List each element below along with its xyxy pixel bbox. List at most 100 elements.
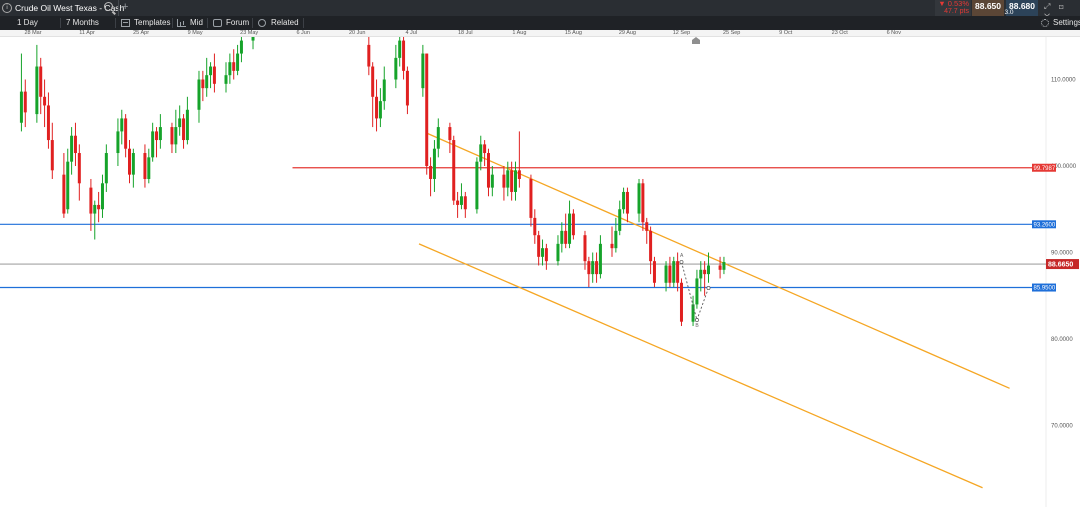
candle-body	[104, 153, 108, 184]
toolbar-divider	[303, 18, 304, 28]
sell-price-button[interactable]: 88.650	[972, 0, 1004, 16]
price-tick-label: 70.0000	[1051, 424, 1073, 430]
candle-body	[151, 131, 155, 158]
range-selector[interactable]: 7 Months	[66, 16, 99, 30]
candle-body	[649, 230, 653, 262]
price-type-icon	[177, 19, 186, 27]
price-tick-label: 90.0000	[1051, 251, 1073, 257]
candle-body	[228, 62, 232, 76]
candle-body	[35, 66, 39, 115]
level-price-label: 99.7987	[1034, 166, 1056, 172]
candle-body	[371, 66, 375, 97]
candle-body	[637, 183, 641, 214]
candle-body	[595, 261, 599, 275]
candle-body	[131, 153, 135, 175]
date-tick-label: 12 Sep	[672, 30, 691, 36]
date-tick-label: 25 Sep	[722, 30, 741, 36]
candle-body	[560, 230, 564, 244]
candle-body	[722, 262, 726, 270]
date-tick-label: 6 Nov	[886, 30, 901, 36]
candle-body	[170, 127, 174, 145]
candle-body	[46, 105, 50, 141]
candle-body	[610, 243, 614, 249]
candle-body	[429, 166, 433, 179]
candle-body	[537, 235, 541, 257]
candle-body	[707, 265, 710, 275]
candle-body	[591, 261, 595, 275]
candle-body	[89, 187, 93, 214]
candle-body	[77, 153, 81, 184]
toolbar-divider	[207, 18, 208, 28]
candle-body	[517, 170, 521, 179]
candle-body	[100, 183, 104, 210]
date-tick-label: 25 Apr	[133, 30, 150, 36]
info-icon[interactable]: i	[2, 3, 12, 13]
candle-body	[456, 200, 460, 205]
candle-body	[483, 144, 487, 154]
mid-button[interactable]: Mid	[190, 16, 203, 30]
date-tick-label: 20 Jun	[348, 30, 366, 36]
candle-body	[432, 148, 436, 179]
candle-body	[182, 118, 186, 141]
chart-toolbar: 1 Day 7 Months Templates Mid Forum Relat…	[0, 16, 1080, 30]
toolbar-divider	[60, 18, 61, 28]
candle-body	[158, 127, 162, 141]
candle-body	[587, 261, 591, 275]
candle-body	[676, 261, 680, 283]
candle-body	[43, 96, 47, 106]
projection-label: A	[680, 253, 684, 259]
candle-body	[641, 183, 645, 223]
candle-body	[664, 265, 668, 283]
plus-icon[interactable]: +	[122, 1, 128, 13]
candle-body	[475, 161, 479, 210]
price-chart[interactable]: AB 110.0000100.000090.000080.000070.0000…	[0, 37, 1080, 507]
forum-button[interactable]: Forum	[226, 16, 249, 30]
change-points: 47.7 pts	[944, 8, 969, 15]
horizontal-levels	[0, 167, 1046, 289]
candle-body	[679, 282, 683, 322]
templates-icon	[121, 19, 130, 27]
date-tick-label: 9 Oct	[779, 30, 793, 36]
candle-body	[448, 127, 452, 141]
candle-body	[232, 62, 236, 71]
candlestick-series	[19, 37, 726, 327]
candle-body	[691, 304, 695, 322]
candle-body	[155, 131, 159, 141]
candle-body	[506, 170, 510, 188]
candle-body	[695, 278, 699, 305]
forum-icon	[213, 19, 222, 27]
candle-body	[718, 265, 722, 270]
price-tick-label: 80.0000	[1051, 337, 1073, 343]
candle-body	[486, 153, 490, 188]
interval-selector[interactable]: 1 Day	[17, 16, 38, 30]
candle-body	[174, 127, 178, 145]
candle-body	[62, 174, 66, 214]
search-icon[interactable]	[104, 2, 113, 11]
date-tick-label: 29 Aug	[618, 30, 637, 36]
candle-body	[185, 109, 189, 141]
candle-body	[583, 235, 587, 262]
settings-button[interactable]: Settings	[1053, 16, 1080, 30]
toolbar-divider	[252, 18, 253, 28]
candle-body	[66, 161, 70, 210]
title-divider	[118, 0, 119, 16]
candle-body	[652, 261, 656, 283]
candle-body	[668, 265, 672, 283]
candle-body	[147, 157, 151, 179]
candle-body	[128, 148, 131, 175]
change-percent: ▼ 0.53%	[938, 0, 969, 8]
candle-body	[70, 135, 74, 162]
candle-body	[533, 217, 537, 236]
price-axis: 110.0000100.000090.000080.000070.0000	[1051, 78, 1077, 430]
candle-body	[124, 118, 128, 149]
candle-body	[23, 91, 27, 113]
candle-body	[421, 53, 425, 89]
candle-body	[205, 75, 209, 89]
candle-body	[224, 75, 228, 84]
date-tick-label: 18 Jul	[457, 30, 473, 36]
related-button[interactable]: Related	[271, 16, 299, 30]
candle-body	[568, 213, 572, 244]
candle-body	[398, 40, 402, 58]
templates-button[interactable]: Templates	[134, 16, 170, 30]
candle-body	[120, 118, 124, 132]
